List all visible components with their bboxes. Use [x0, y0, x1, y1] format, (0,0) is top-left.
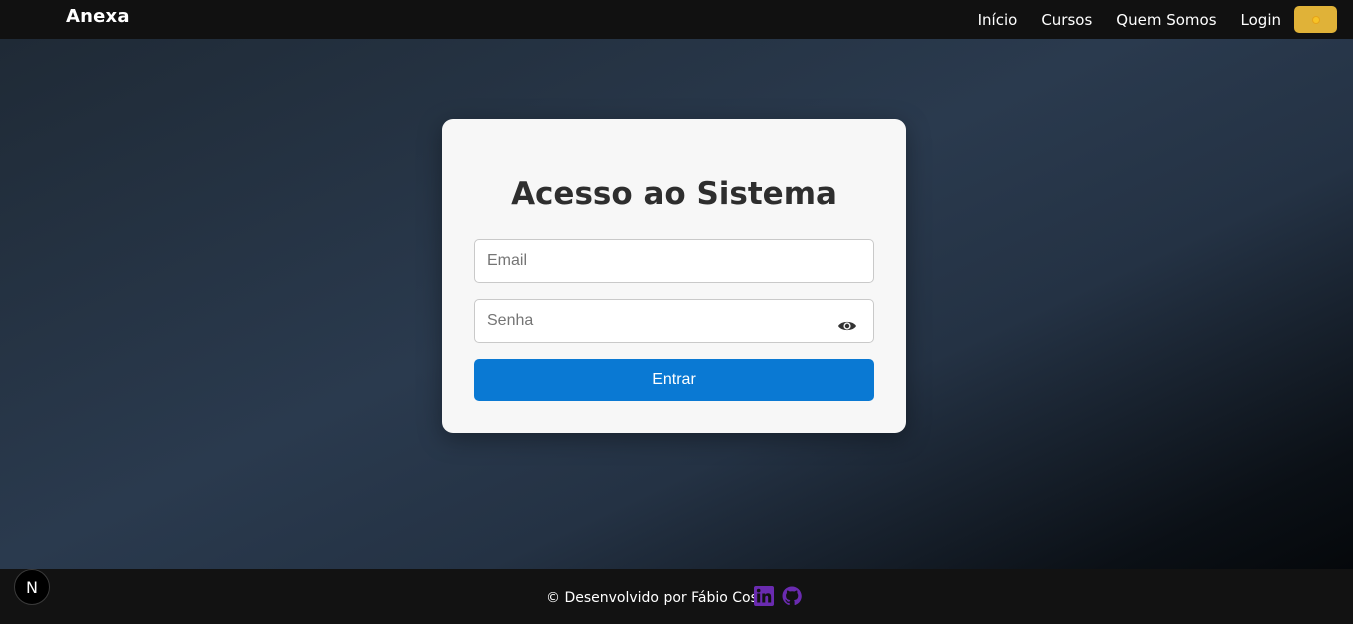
theme-toggle-button[interactable]: [1294, 6, 1337, 33]
nav-login-link[interactable]: Login: [1241, 11, 1281, 29]
dev-tools-badge[interactable]: N: [14, 569, 50, 605]
linkedin-icon[interactable]: [754, 586, 774, 606]
github-icon[interactable]: [782, 586, 802, 606]
login-title: Acesso ao Sistema: [511, 176, 837, 212]
email-input[interactable]: [474, 239, 874, 283]
password-input[interactable]: [474, 299, 874, 343]
dev-badge-label: N: [26, 577, 38, 597]
login-submit-button[interactable]: Entrar: [474, 359, 874, 401]
footer-credit: © Desenvolvido por Fábio Costa: [546, 590, 772, 606]
top-navbar: Anexa Início Cursos Quem Somos Login: [0, 0, 1353, 39]
sun-icon: [1312, 16, 1319, 23]
nav-quem-somos-link[interactable]: Quem Somos: [1116, 11, 1216, 29]
eye-icon[interactable]: [837, 318, 857, 334]
nav-cursos-link[interactable]: Cursos: [1041, 11, 1092, 29]
main-nav: Início Cursos Quem Somos Login: [978, 0, 1337, 39]
brand-logo[interactable]: Anexa: [66, 6, 130, 27]
nav-inicio-link[interactable]: Início: [978, 11, 1018, 29]
